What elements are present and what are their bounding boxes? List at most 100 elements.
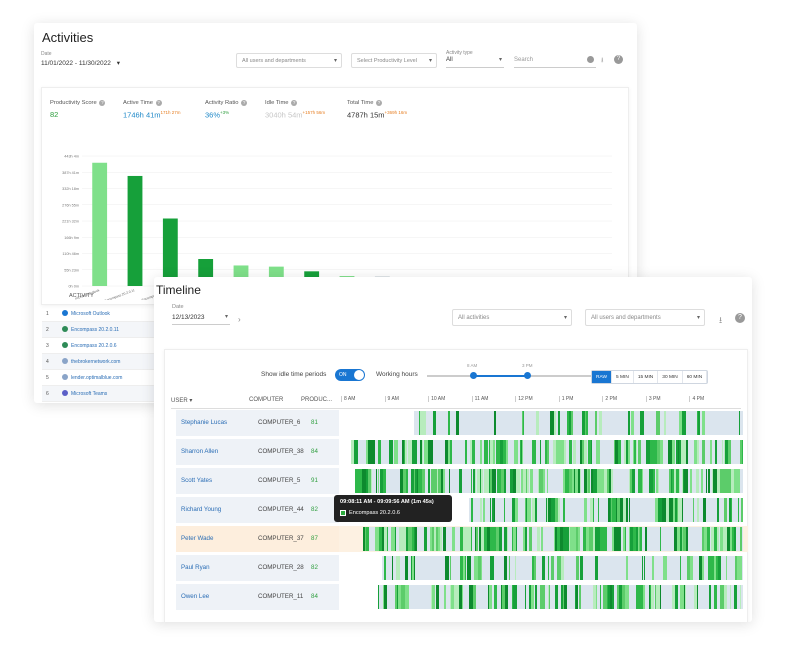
activity-segment[interactable] [689,556,694,580]
activity-segment[interactable] [534,498,537,522]
activity-row[interactable]: 6 Microsoft Teams [42,386,157,402]
slider-end-handle[interactable] [524,372,531,379]
activity-segment[interactable] [436,585,439,609]
activity-segment[interactable] [579,585,581,609]
activity-segment[interactable] [738,469,741,493]
activity-segment[interactable] [580,469,582,493]
activity-segment[interactable] [424,527,428,551]
activity-segment[interactable] [597,556,599,580]
activity-segment[interactable] [554,585,558,609]
activity-segment[interactable] [483,498,485,522]
activity-segment[interactable] [422,411,426,435]
activity-row[interactable]: 5 lender.optimalblue.com [42,370,157,386]
activity-link[interactable]: Encompass 20.2.0.11 [71,327,119,333]
activity-segment[interactable] [592,498,595,522]
activity-segment[interactable] [413,556,416,580]
activity-segment[interactable] [542,556,546,580]
activity-segment[interactable] [577,527,580,551]
interval-selector[interactable]: RAW 5 MIN 15 MIN 30 MIN 60 MIN [591,370,709,384]
activity-segment[interactable] [531,585,534,609]
help-icon[interactable]: ? [99,100,106,106]
productivity-dropdown[interactable]: Select Productivity Level ▾ [351,53,437,68]
help-icon[interactable]: ? [735,313,745,323]
activity-segment[interactable] [737,498,739,522]
activity-segment[interactable] [507,527,509,551]
activity-segment[interactable] [547,440,550,464]
activity-segment[interactable] [740,498,743,522]
activity-segment[interactable] [384,585,388,609]
search-input[interactable]: Search [514,53,596,68]
activity-segment[interactable] [725,556,727,580]
activity-segment[interactable] [599,585,601,609]
activity-segment[interactable] [405,469,409,493]
activity-strip[interactable] [351,440,743,464]
help-icon[interactable]: ? [291,100,298,106]
activity-row[interactable]: 2 Encompass 20.2.0.11 [42,322,157,338]
activity-segment[interactable] [627,585,630,609]
activity-segment[interactable] [625,498,628,522]
activity-segment[interactable] [638,440,641,464]
activity-segment[interactable] [590,440,593,464]
activity-segment[interactable] [534,585,538,609]
activity-segment[interactable] [548,585,550,609]
activity-segment[interactable] [594,411,598,435]
activity-segment[interactable] [679,556,681,580]
user-name-link[interactable]: Peter Wade [181,535,213,542]
activity-segment[interactable] [740,585,742,609]
activity-segment[interactable] [645,527,647,551]
activity-segment[interactable] [470,498,474,522]
activity-segment[interactable] [383,469,386,493]
activity-segment[interactable] [392,556,394,580]
activity-segment[interactable] [713,469,717,493]
activity-segment[interactable] [503,469,507,493]
activity-segment[interactable] [681,498,683,522]
activity-segment[interactable] [524,585,527,609]
activity-segment[interactable] [642,585,646,609]
activity-segment[interactable] [430,440,433,464]
activity-segment[interactable] [692,498,694,522]
activity-segment[interactable] [739,556,742,580]
activity-segment[interactable] [730,498,732,522]
activity-segment[interactable] [516,585,518,609]
activity-segment[interactable] [588,469,590,493]
activity-segment[interactable] [657,469,659,493]
activity-segment[interactable] [480,498,482,522]
activity-segment[interactable] [611,585,615,609]
activity-strip[interactable] [354,469,743,493]
activity-segment[interactable] [632,469,636,493]
activity-segment[interactable] [443,469,446,493]
activity-segment[interactable] [644,556,646,580]
activity-segment[interactable] [526,469,530,493]
activity-strip[interactable] [362,527,743,551]
activity-segment[interactable] [564,440,566,464]
activity-segment[interactable] [489,498,491,522]
activity-segment[interactable] [597,440,600,464]
activity-segment[interactable] [702,440,706,464]
chevron-right-icon[interactable]: › [238,315,241,324]
activity-segment[interactable] [370,469,373,493]
activity-segment[interactable] [740,527,742,551]
activity-segment[interactable] [639,527,643,551]
activity-segment[interactable] [493,585,498,609]
activity-segment[interactable] [663,411,667,435]
activity-segment[interactable] [697,440,699,464]
activity-segment[interactable] [405,440,407,464]
activity-segment[interactable] [597,498,599,522]
activity-segment[interactable] [509,556,511,580]
activity-segment[interactable] [530,469,533,493]
activity-segment[interactable] [572,440,577,464]
activity-segment[interactable] [536,411,540,435]
activity-segment[interactable] [551,556,555,580]
activity-segment[interactable] [595,585,597,609]
activity-segment[interactable] [584,440,587,464]
activity-segment[interactable] [389,440,393,464]
help-icon[interactable]: ? [376,100,383,106]
activity-segment[interactable] [415,440,417,464]
bar[interactable] [127,175,143,286]
activity-segment[interactable] [443,527,447,551]
activity-segment[interactable] [695,469,699,493]
date-range-picker[interactable]: 11/01/2022 - 11/30/2022 ▾ [41,59,120,67]
activity-segment[interactable] [404,556,409,580]
activity-segment[interactable] [559,498,560,522]
activity-segment[interactable] [537,527,540,551]
